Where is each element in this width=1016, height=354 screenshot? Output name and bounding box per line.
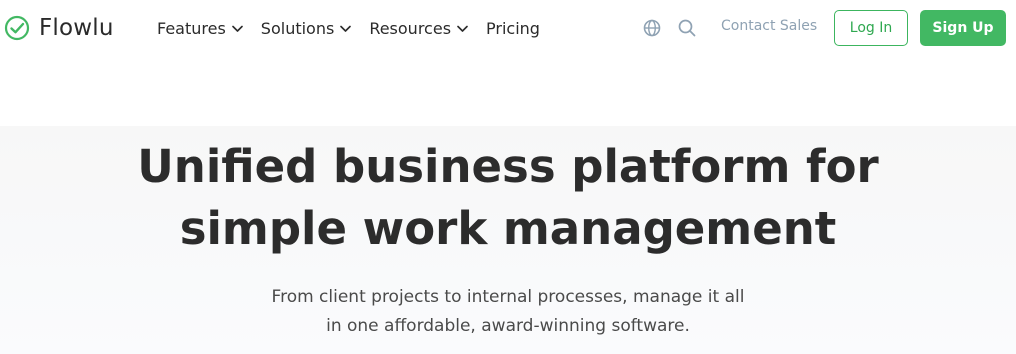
nav-item-solutions[interactable]: Solutions [261, 16, 352, 40]
nav-item-label: Resources [369, 18, 452, 38]
flowlu-logo[interactable]: Flowlu [4, 14, 114, 42]
nav-item-label: Solutions [260, 18, 335, 38]
log-in-button[interactable]: Log In [834, 10, 908, 46]
hero-headline: Unified business platform for simple wor… [0, 136, 1016, 260]
sign-up-button[interactable]: Sign Up [920, 10, 1006, 46]
hero-subheadline: From client projects to internal process… [0, 283, 1016, 341]
contact-sales-link[interactable]: Contact Sales [721, 18, 817, 34]
search-icon[interactable] [676, 17, 698, 39]
nav-item-pricing[interactable]: Pricing [486, 16, 540, 40]
chevron-down-icon [340, 25, 352, 32]
nav-item-label: Features [157, 18, 226, 38]
subheadline-line-2: in one affordable, award-winning softwar… [326, 316, 690, 336]
globe-icon[interactable] [641, 17, 663, 39]
headline-line-1: Unified business platform for [137, 140, 879, 193]
nav-item-features[interactable]: Features [157, 16, 243, 40]
chevron-down-icon [457, 25, 468, 32]
nav-item-resources[interactable]: Resources [369, 16, 468, 40]
subheadline-line-1: From client projects to internal process… [271, 287, 745, 307]
top-navigation-bar: Flowlu Features Solutions Resources Pric… [0, 0, 1016, 56]
main-nav: Features Solutions Resources Pricing [157, 16, 540, 40]
chevron-down-icon [231, 25, 243, 32]
headline-line-2: simple work management [179, 202, 837, 255]
nav-item-label: Pricing [486, 18, 540, 38]
logo-check-icon [4, 15, 30, 41]
logo-wordmark: Flowlu [39, 15, 114, 41]
